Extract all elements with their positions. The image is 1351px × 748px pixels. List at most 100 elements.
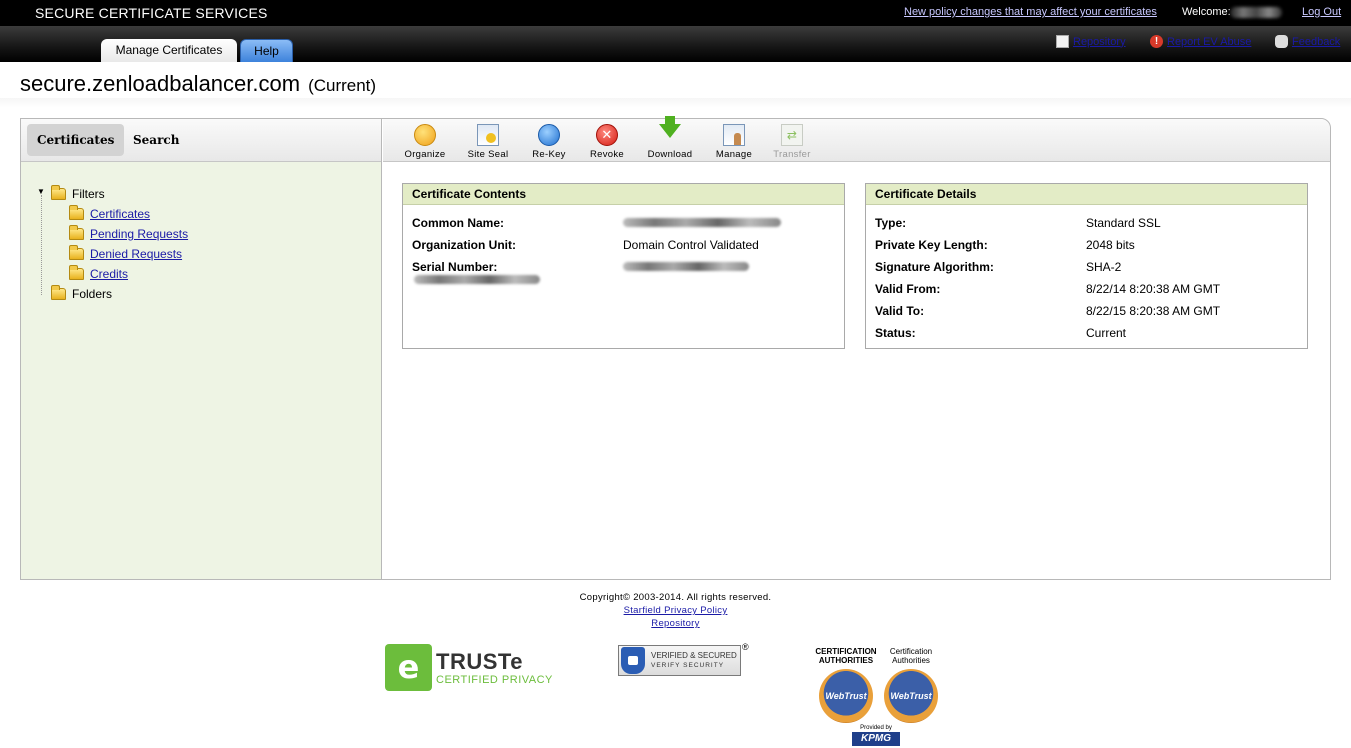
detail-label: Valid To: — [875, 304, 925, 318]
folder-icon — [69, 245, 84, 260]
rekey-label: Re-Key — [532, 149, 566, 160]
revoke-button[interactable]: ✕ Revoke — [588, 124, 626, 160]
manage-icon — [723, 124, 745, 146]
webtrust-seal[interactable]: CERTIFICATION AUTHORITIES WebTrust — [815, 647, 877, 723]
tree-node-credits[interactable]: Credits — [69, 265, 128, 281]
certificate-status-label: (Current) — [308, 76, 377, 95]
webtrust-seal-icon: WebTrust — [819, 669, 873, 723]
privacy-policy-link[interactable]: Starfield Privacy Policy — [624, 605, 728, 616]
feedback-nav-link[interactable]: Feedback — [1275, 35, 1340, 48]
folder-icon — [69, 205, 84, 220]
footer: Copyright© 2003-2014. All rights reserve… — [0, 591, 1351, 630]
certificate-domain: secure.zenloadbalancer.com — [20, 71, 301, 96]
detail-value: 2048 bits — [1086, 238, 1135, 252]
pending-requests-filter-link[interactable]: Pending Requests — [90, 227, 188, 241]
download-button[interactable]: Download — [645, 116, 695, 160]
logout-link[interactable]: Log Out — [1302, 6, 1341, 18]
serial-number-hex-redacted — [414, 272, 540, 286]
manage-button[interactable]: Manage — [712, 124, 756, 160]
tree-node-certificates[interactable]: Certificates — [69, 205, 150, 221]
transfer-icon: ⇄ — [781, 124, 803, 146]
lock-icon — [621, 647, 645, 674]
verify-security-text: VERIFY SECURITY — [651, 661, 725, 669]
report-ev-abuse-link-label[interactable]: Report EV Abuse — [1167, 36, 1251, 48]
title-divider — [0, 98, 1351, 108]
kpmg-logo: KPMG — [852, 732, 900, 746]
top-bar: SECURE CERTIFICATE SERVICES New policy c… — [0, 0, 1351, 26]
registered-mark: ® — [742, 642, 749, 652]
detail-value: Current — [1086, 326, 1127, 340]
truste-logo-icon: e — [385, 644, 432, 691]
truste-badge[interactable]: e TRUSTe CERTIFIED PRIVACY — [385, 644, 553, 691]
truste-name: TRUSTe — [436, 648, 523, 674]
denied-requests-filter-link[interactable]: Denied Requests — [90, 247, 182, 261]
tree-node-filters[interactable]: Filters — [51, 185, 105, 201]
policy-changes-link[interactable]: New policy changes that may affect your … — [904, 6, 1157, 18]
organize-label: Organize — [404, 149, 446, 160]
revoke-icon: ✕ — [596, 124, 618, 146]
tab-manage-certificates[interactable]: Manage Certificates — [101, 39, 237, 62]
certificates-filter-link[interactable]: Certificates — [90, 207, 150, 221]
tab-search[interactable]: Search — [123, 124, 189, 156]
main-frame: Certificates Search ▼ Filters Certificat… — [20, 116, 1331, 580]
certificate-details-title: Certificate Details — [866, 184, 1307, 205]
brand-name: SECURE CERTIFICATE SERVICES — [35, 5, 268, 21]
certificate-contents-title: Certificate Contents — [403, 184, 844, 205]
revoke-label: Revoke — [589, 149, 624, 160]
detail-label: Valid From: — [875, 282, 941, 296]
transfer-label: Transfer — [773, 149, 811, 160]
speech-bubble-icon — [1275, 35, 1288, 48]
webtrust-ev-seal[interactable]: Certification Authorities WebTrust — [880, 647, 942, 723]
warning-icon: ! — [1150, 35, 1163, 48]
manage-label: Manage — [715, 149, 753, 160]
repository-nav-link[interactable]: Repository — [1056, 35, 1126, 48]
webtrust-seal-text: WebTrust — [825, 691, 867, 701]
credits-filter-link[interactable]: Credits — [90, 267, 128, 281]
detail-label: Signature Algorithm: — [875, 260, 994, 274]
tree-node-pending-requests[interactable]: Pending Requests — [69, 225, 188, 241]
verified-title: VERIFIED & SECURED — [651, 650, 737, 660]
transfer-button: ⇄ Transfer — [772, 124, 812, 160]
feedback-link-label[interactable]: Feedback — [1292, 36, 1340, 48]
webtrust-ev-title: Certification Authorities — [889, 647, 933, 665]
download-label: Download — [647, 149, 693, 160]
detail-value: 8/22/14 8:20:38 AM GMT — [1086, 282, 1221, 296]
rekey-button[interactable]: Re-Key — [529, 124, 569, 160]
download-icon — [659, 116, 681, 146]
site-seal-icon — [477, 124, 499, 146]
verified-secured-badge[interactable]: VERIFIED & SECURED VERIFY SECURITY — [618, 645, 741, 676]
tab-help[interactable]: Help — [240, 39, 293, 62]
organize-icon — [414, 124, 436, 146]
repository-link-label[interactable]: Repository — [1073, 36, 1126, 48]
organization-unit-value: Domain Control Validated — [623, 238, 759, 252]
site-seal-button[interactable]: Site Seal — [465, 124, 511, 160]
folder-icon — [69, 265, 84, 280]
detail-value: Standard SSL — [1086, 216, 1161, 230]
tab-certificates[interactable]: Certificates — [27, 124, 125, 156]
redacted-username — [1230, 7, 1282, 18]
webtrust-title: CERTIFICATION AUTHORITIES — [815, 647, 877, 665]
kpmg-badge: Provided by KPMG — [852, 725, 900, 746]
document-icon — [1056, 35, 1069, 48]
webtrust-ev-seal-icon: WebTrust — [884, 669, 938, 723]
tree-node-denied-requests[interactable]: Denied Requests — [69, 245, 182, 261]
report-ev-abuse-nav-link[interactable]: ! Report EV Abuse — [1150, 35, 1251, 48]
certificate-details-panel: Certificate Details Type: Standard SSL P… — [865, 183, 1308, 349]
webtrust-ev-seal-text: WebTrust — [890, 691, 932, 701]
certificate-toolbar: Organize Site Seal Re-Key ✕ Revoke Downl… — [383, 116, 1330, 162]
provided-by-text: Provided by — [860, 725, 892, 731]
left-pane-tabs: Certificates Search — [21, 119, 381, 162]
tree-node-label: Folders — [72, 287, 113, 301]
tree-connector — [41, 195, 42, 295]
serial-number-redacted — [623, 259, 749, 273]
welcome-label: Welcome: — [1182, 6, 1231, 18]
detail-value: 8/22/15 8:20:38 AM GMT — [1086, 304, 1221, 318]
truste-subtitle: CERTIFIED PRIVACY — [436, 673, 553, 686]
organize-button[interactable]: Organize — [403, 124, 447, 160]
page-title: secure.zenloadbalancer.com (Current) — [20, 71, 376, 97]
common-name-label: Common Name: — [412, 216, 505, 230]
rekey-icon — [538, 124, 560, 146]
tree-node-folders[interactable]: Folders — [51, 285, 113, 301]
footer-repository-link[interactable]: Repository — [651, 618, 699, 629]
folder-icon — [51, 285, 66, 300]
